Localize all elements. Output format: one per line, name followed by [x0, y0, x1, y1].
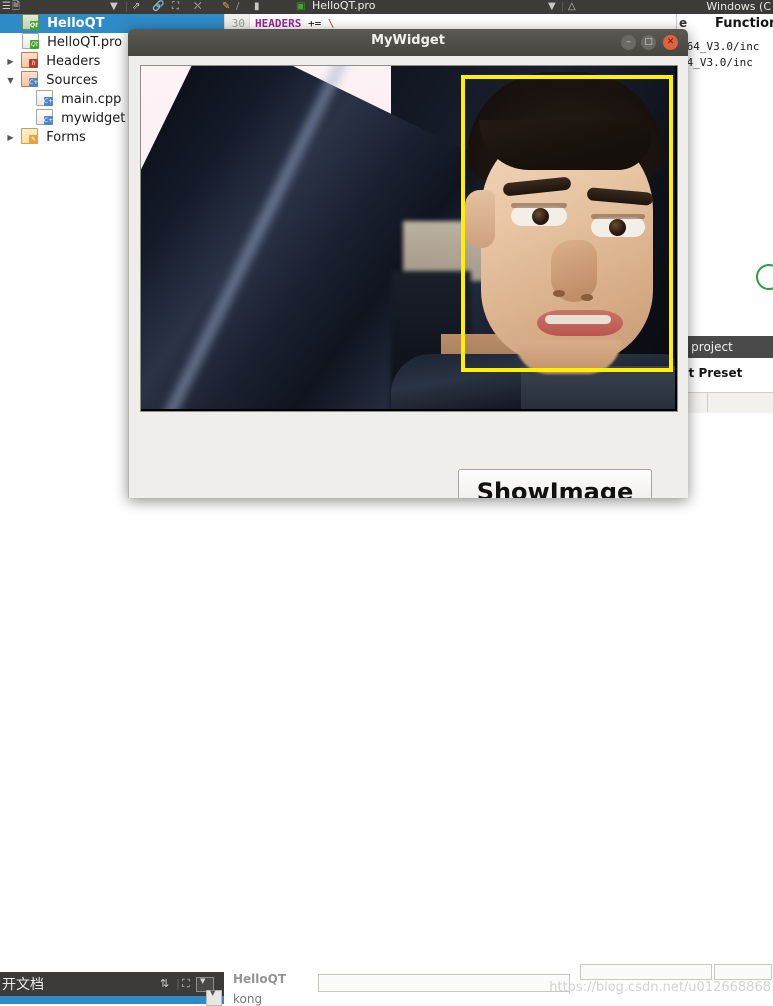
face-detection-rectangle [461, 75, 673, 372]
taskbar-highlight [0, 996, 224, 1004]
toolbar-divider-2 [562, 2, 563, 12]
twisty-icon[interactable]: ▶ [4, 52, 17, 71]
user-label: kong [233, 992, 263, 1006]
tree-item-label: main.cpp [61, 92, 122, 107]
table-column-divider [707, 392, 708, 412]
link-icon[interactable]: 🔗 [152, 1, 164, 13]
tree-item-label: Forms [46, 130, 86, 145]
watermark-text: https://blog.csdn.net/u012668868 [549, 980, 771, 995]
pencil-icon[interactable]: ✎ [222, 1, 230, 13]
bottom-field-upper[interactable] [580, 964, 712, 980]
new-file-icon[interactable]: ⛶ [182, 977, 190, 991]
include-path-line-1: x64_V3.0/inc [680, 40, 760, 53]
cpp-file-icon: C+ [36, 109, 53, 125]
tab-collapse-icon[interactable]: △ [568, 1, 576, 13]
close-button[interactable]: ✕ [663, 35, 678, 50]
bottom-input-field[interactable] [318, 974, 570, 992]
dialog-title-bar[interactable]: MyWidget – □ ✕ [128, 29, 688, 57]
qt-file-icon: ▣ [296, 1, 306, 12]
qt-project-folder-icon: Qt [21, 14, 39, 30]
cpp-file-icon: C+ [36, 90, 53, 106]
sort-icon[interactable]: ⇅ [160, 977, 169, 990]
maximize-button[interactable]: □ [641, 35, 656, 50]
toolbar-divider [126, 2, 127, 12]
menu-icon[interactable]: ☰ [2, 1, 11, 13]
slash-icon: / [236, 1, 240, 12]
qt-pro-file-icon: Qt [22, 33, 39, 49]
image-display-label [140, 65, 678, 412]
add-pane-icon[interactable]: ⛶ [172, 1, 179, 13]
headers-folder-icon: h [21, 52, 39, 68]
close-pane-icon[interactable]: ⛌ [194, 1, 201, 13]
mywidget-dialog: MyWidget – □ ✕ ShowImage [128, 29, 688, 498]
document-icon[interactable]: 🗎 [12, 1, 20, 13]
show-image-button[interactable]: ShowImage [458, 469, 652, 498]
tree-item-label: Headers [46, 54, 101, 69]
page-icon[interactable]: ▮ [254, 1, 260, 13]
dialog-body: ShowImage [128, 56, 688, 498]
tree-item-label: mywidget [61, 111, 126, 126]
split-icon[interactable]: ⇗ [132, 1, 140, 13]
panel-preset-label: nt Preset [680, 366, 743, 380]
show-image-button-label: ShowImage [476, 478, 634, 498]
tree-item-label: Sources [46, 73, 98, 88]
forms-folder-icon: ✎ [21, 128, 39, 144]
ide-toolbar: ☰ 🗎 ▼ ⇗ 🔗 ⛶ ⛌ ✎ / ▮ ▣ HelloQT.pro ▼ △ [0, 0, 773, 14]
twisty-icon[interactable]: ▶ [4, 128, 17, 147]
dialog-title: MyWidget [371, 33, 445, 48]
table-column-1-header: e [679, 16, 688, 30]
table-column-2-header: Function [715, 16, 773, 31]
tree-item-label: HelloQT [47, 16, 105, 31]
sources-folder-icon: C+ [21, 71, 38, 87]
twisty-icon[interactable]: ▼ [4, 71, 17, 90]
minimize-button[interactable]: – [621, 35, 636, 50]
open-documents-label: 开文档 [2, 977, 44, 993]
bottom-tab-label[interactable]: HelloQT [233, 972, 286, 986]
open-documents-panel: 开文档 ⇅ | ⛶ [0, 972, 224, 996]
detected-face-photo [141, 66, 675, 409]
status-circle-icon [756, 264, 773, 290]
panel-section-header: o project [677, 336, 773, 358]
bottom-field-upper-2[interactable] [714, 964, 772, 980]
background-window-title: Windows (C [706, 0, 771, 13]
divider-icon: | [176, 977, 180, 990]
tab-dropdown-icon[interactable]: ▼ [548, 1, 556, 13]
panel-dropdown-button[interactable] [206, 989, 222, 1006]
open-file-tab-label[interactable]: HelloQT.pro [312, 0, 375, 12]
include-path-line-2: 64_V3.0/inc [680, 56, 753, 69]
tree-item-label: HelloQT.pro [47, 35, 123, 50]
panel-table-header [677, 392, 773, 413]
right-side-panel: x64_V3.0/inc 64_V3.0/inc o project nt Pr… [676, 14, 773, 485]
dropdown-arrow-icon[interactable]: ▼ [110, 1, 118, 13]
